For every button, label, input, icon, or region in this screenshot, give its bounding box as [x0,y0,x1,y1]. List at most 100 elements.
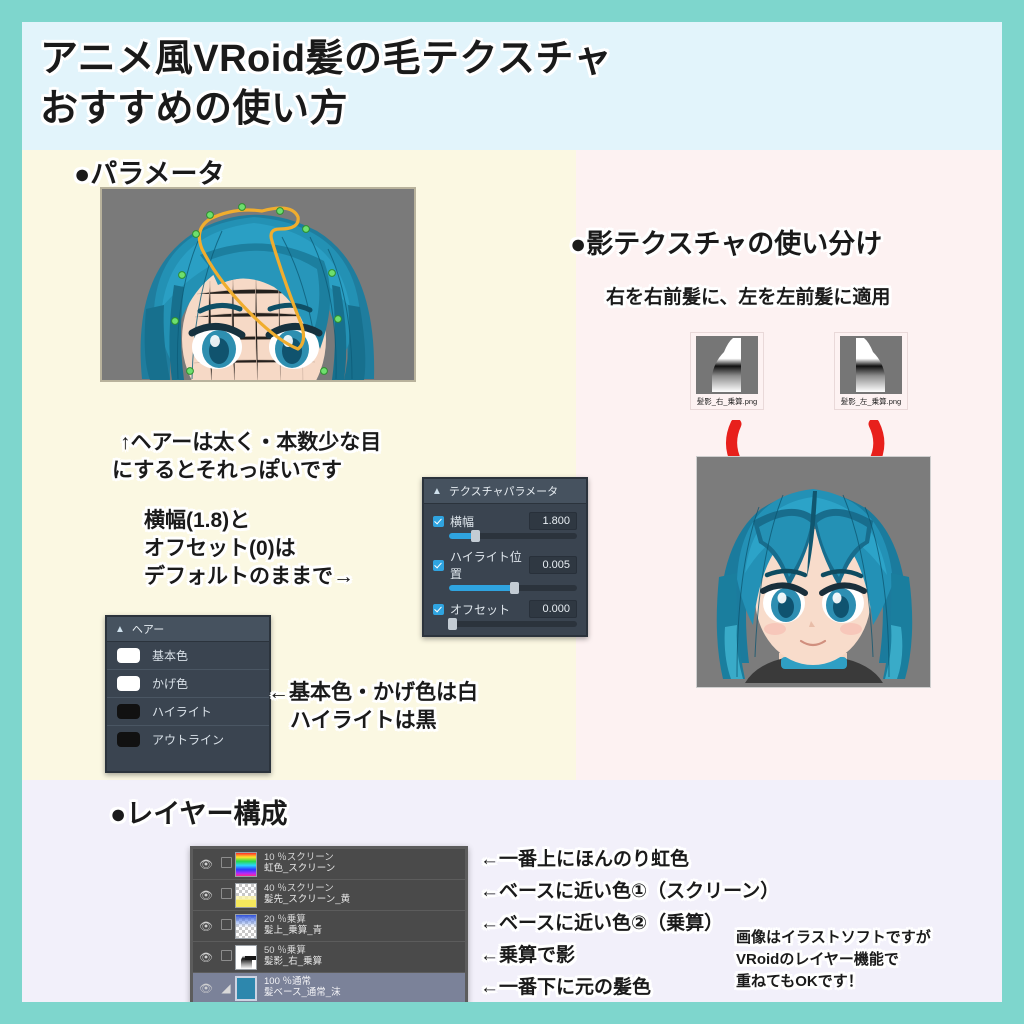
hair-color-panel[interactable]: ▲ ヘアー 基本色 かげ色 ハイライト アウトライン [105,615,271,773]
checkbox-offset[interactable] [433,603,444,615]
hair-tip-line2: にするとそれっぽいです [112,459,342,482]
layer-row-rainbow[interactable]: 👁 10 ％スクリーン 虹色_スクリーン [193,849,465,880]
collapse-caret-icon[interactable]: ▲ [115,624,125,635]
layer-thumbnail-rainbow [235,851,257,877]
slider-knob-highlight-position[interactable] [510,582,520,594]
layer-row-top-multiply-blue[interactable]: 👁 20 ％乗算 髪上_乗算_青 [193,911,465,942]
infographic-frame: アニメ風VRoid髪の毛テクスチャ おすすめの使い方 ●パラメータ ↑ヘアーは太… [22,22,1002,1002]
slider-highlight-position[interactable] [449,582,577,594]
footer-note-line3: 重ねてもOKです！ [736,973,863,990]
layer-thumbnail-tip-screen-yellow [235,882,257,908]
layer-row-shadow-right-multiply[interactable]: 👁 50 ％乗算 髪影_右_乗算 [193,942,465,973]
eye-icon[interactable]: 👁 [195,858,217,871]
shadow-texture-filename-left: 髪影_左_乗算.png [840,397,902,406]
eye-icon[interactable]: 👁 [195,889,217,902]
layer-thumbnail-top-multiply-blue [235,913,257,939]
layer-name: 髪影_右_乗算 [264,956,323,967]
layer-thumbnail-hair-base [235,975,257,1001]
layer-panel[interactable]: 👁 10 ％スクリーン 虹色_スクリーン 👁 40 ％スクリーン 髪先_スクリー… [190,846,468,1002]
layer-lock-checkbox[interactable] [217,888,235,902]
layer-name: 髪先_スクリーン_黄 [264,894,351,905]
layer-thumbnail-shadow-right [235,944,257,970]
default-note-line3: デフォルトのままで→ [144,565,354,588]
default-note-line1: 横幅(1.8)と [144,509,251,532]
layer-annotation-1: ←ベースに近い色①（スクリーン） [480,881,780,902]
section-heading-layer-structure: ●レイヤー構成 [110,799,288,829]
layer-name: 髪上_乗算_青 [264,925,323,936]
slider-knob-width[interactable] [470,530,480,542]
layer-row-tip-screen-yellow[interactable]: 👁 40 ％スクリーン 髪先_スクリーン_黄 [193,880,465,911]
texture-panel-header[interactable]: ▲ テクスチャパラメータ [424,479,586,504]
slider-offset[interactable] [447,618,577,630]
layer-lock-checkbox[interactable] [217,857,235,871]
section-heading-shadow-texture: ●影テクスチャの使い分け [570,229,883,259]
color-note-line1: ←基本色・かげ色は白 [268,681,478,704]
param-label-offset: オフセット [450,602,511,617]
eye-icon[interactable]: 👁 [195,920,217,933]
hair-color-row-shadow[interactable]: かげ色 [107,670,269,698]
layer-text-top-multiply-blue: 20 ％乗算 髪上_乗算_青 [264,915,322,936]
hair-color-label-base: 基本色 [152,649,189,663]
slider-fill-highlight-position [449,585,515,591]
param-row-offset[interactable]: オフセット 0.000 [433,600,577,618]
hair-tip-line1: ↑ヘアーは太く・本数少な目 [120,431,382,454]
param-value-highlight-position[interactable]: 0.005 [529,556,577,574]
checkbox-highlight-position[interactable] [433,559,444,571]
shadow-texture-thumb-left [840,336,902,394]
color-swatch-shadow[interactable] [117,676,140,691]
section-heading-parameters: ●パラメータ [74,159,225,189]
layer-text-hair-base: 100 ％通常 髪ベース_通常_沫 [264,977,341,998]
layer-edit-pencil-icon[interactable]: ◢ [217,981,235,995]
param-row-highlight-position[interactable]: ハイライト位置 0.005 [433,548,577,582]
page-title-line1: アニメ風VRoid髪の毛テクスチャ [40,38,612,80]
param-label-highlight-position: ハイライト位置 [450,550,522,581]
eye-icon[interactable]: 👁 [195,951,217,964]
color-swatch-highlight[interactable] [117,704,140,719]
hair-color-label-shadow: かげ色 [152,677,189,691]
hair-color-row-base[interactable]: 基本色 [107,642,269,670]
hair-color-row-highlight[interactable]: ハイライト [107,698,269,726]
param-value-width[interactable]: 1.800 [529,512,577,530]
shadow-texture-card-right[interactable]: 髪影_右_乗算.png [690,332,764,410]
collapse-caret-icon[interactable]: ▲ [432,486,442,497]
layer-row-hair-base[interactable]: 👁 ◢ 100 ％通常 髪ベース_通常_沫 [193,973,465,1002]
shadow-texture-subtitle: 右を右前髪に、左を左前髪に適用 [606,287,891,308]
color-note-line2: ハイライトは黒 [290,709,437,732]
layer-name: 虹色_スクリーン [264,863,336,874]
vroid-hair-editor-screenshot [100,187,416,382]
hair-color-label-highlight: ハイライト [152,705,212,719]
layer-name: 髪ベース_通常_沫 [264,987,341,998]
layer-annotation-3: ←乗算で影 [480,945,576,966]
page-title-line2: おすすめの使い方 [40,88,349,130]
shadow-texture-thumb-right [696,336,758,394]
slider-knob-offset[interactable] [447,618,457,630]
layer-text-shadow-right-multiply: 50 ％乗算 髪影_右_乗算 [264,946,322,967]
vroid-result-render [697,457,930,687]
layer-text-rainbow: 10 ％スクリーン 虹色_スクリーン [264,853,335,874]
hair-color-label-outline: アウトライン [152,733,225,747]
vroid-result-screenshot [696,456,931,688]
hair-panel-header[interactable]: ▲ ヘアー [107,617,269,642]
layer-annotation-4: ←一番下に元の髪色 [480,977,652,998]
layer-annotation-2: ←ベースに近い色②（乗算） [480,913,724,934]
layer-text-tip-screen-yellow: 40 ％スクリーン 髪先_スクリーン_黄 [264,884,350,905]
shadow-texture-card-left[interactable]: 髪影_左_乗算.png [834,332,908,410]
param-row-width[interactable]: 横幅 1.800 [433,512,577,530]
hair-panel-title: ヘアー [131,624,165,636]
default-note-line2: オフセット(0)は [144,537,296,560]
param-value-offset[interactable]: 0.000 [529,600,577,618]
hair-color-row-outline[interactable]: アウトライン [107,726,269,753]
eye-icon[interactable]: 👁 [195,982,217,995]
texture-panel-title: テクスチャパラメータ [448,486,559,498]
texture-parameter-panel[interactable]: ▲ テクスチャパラメータ 横幅 1.800 ハイライト位置 0.005 オフセッ… [422,477,588,637]
footer-note-line1: 画像はイラストソフトですが [736,929,931,946]
color-swatch-base[interactable] [117,648,140,663]
texture-parameter-list: 横幅 1.800 ハイライト位置 0.005 オフセット 0.000 [424,504,586,638]
layer-lock-checkbox[interactable] [217,919,235,933]
layer-lock-checkbox[interactable] [217,950,235,964]
color-swatch-outline[interactable] [117,732,140,747]
checkbox-width[interactable] [433,515,444,527]
slider-width[interactable] [449,530,577,542]
param-label-width: 横幅 [450,514,475,529]
layer-annotation-0: ←一番上にほんのり虹色 [480,849,690,870]
